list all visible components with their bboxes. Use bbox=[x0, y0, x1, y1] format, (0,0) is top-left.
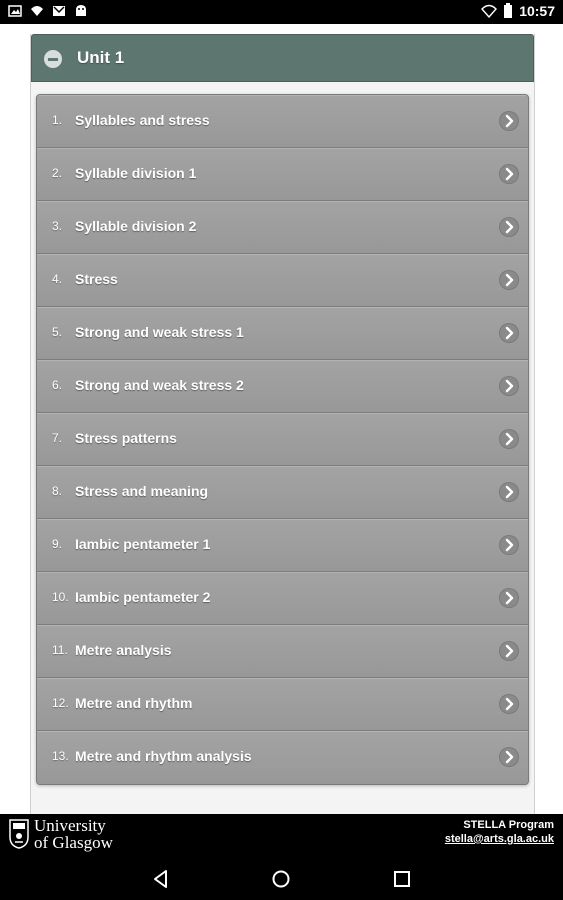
mail-icon bbox=[53, 6, 65, 16]
collapse-icon[interactable] bbox=[44, 50, 62, 68]
lesson-number: 1. bbox=[52, 113, 63, 127]
lesson-item[interactable]: 12. Metre and rhythm bbox=[37, 678, 528, 731]
chevron-right-icon[interactable] bbox=[499, 270, 519, 290]
lesson-number: 3. bbox=[52, 219, 63, 233]
chevron-right-icon[interactable] bbox=[499, 429, 519, 449]
lesson-title: Stress patterns bbox=[75, 430, 177, 446]
lesson-title: Iambic pentameter 2 bbox=[75, 589, 211, 605]
image-icon bbox=[8, 5, 22, 17]
unit-header[interactable]: Unit 1 bbox=[31, 34, 534, 82]
lesson-number: 8. bbox=[52, 484, 63, 498]
lesson-item[interactable]: 1. Syllables and stress bbox=[37, 95, 528, 148]
lesson-number: 2. bbox=[52, 166, 63, 180]
lesson-title: Strong and weak stress 2 bbox=[75, 377, 244, 393]
stella-info: STELLA Program stella@arts.gla.ac.uk bbox=[445, 818, 554, 846]
android-icon bbox=[76, 5, 86, 16]
lesson-title: Syllable division 1 bbox=[75, 165, 197, 181]
lesson-item[interactable]: 6. Strong and weak stress 2 bbox=[37, 360, 528, 413]
chevron-right-icon[interactable] bbox=[499, 323, 519, 343]
university-logo-text: University of Glasgow bbox=[34, 817, 113, 851]
home-icon[interactable] bbox=[270, 868, 292, 890]
lesson-number: 11. bbox=[52, 643, 68, 657]
chevron-right-icon[interactable] bbox=[499, 641, 519, 661]
lesson-title: Iambic pentameter 1 bbox=[75, 536, 211, 552]
lesson-item[interactable]: 3. Syllable division 2 bbox=[37, 201, 528, 254]
back-icon[interactable] bbox=[150, 868, 172, 890]
nav-bar bbox=[0, 856, 563, 900]
content-area[interactable]: Unit 1 1. Syllables and stress 2. Syllable … bbox=[0, 24, 563, 814]
lesson-number: 12. bbox=[52, 696, 69, 710]
lesson-number: 9. bbox=[52, 537, 63, 551]
chevron-right-icon[interactable] bbox=[499, 694, 519, 714]
status-bar: 10:57 bbox=[0, 0, 563, 24]
lesson-title: Metre and rhythm bbox=[75, 695, 193, 711]
lesson-item[interactable]: 9. Iambic pentameter 1 bbox=[37, 519, 528, 572]
university-line2: of Glasgow bbox=[34, 833, 113, 852]
lesson-title: Stress and meaning bbox=[75, 483, 209, 499]
chevron-right-icon[interactable] bbox=[499, 535, 519, 555]
email-link[interactable]: stella@arts.gla.ac.uk bbox=[445, 832, 554, 846]
lesson-title: Metre analysis bbox=[75, 642, 172, 658]
chevron-right-icon[interactable] bbox=[499, 376, 519, 396]
chevron-right-icon[interactable] bbox=[499, 747, 519, 767]
battery-icon bbox=[504, 3, 513, 18]
lesson-number: 7. bbox=[52, 431, 63, 445]
lesson-item[interactable]: 10. Iambic pentameter 2 bbox=[37, 572, 528, 625]
university-line1: University bbox=[34, 816, 106, 835]
chevron-right-icon[interactable] bbox=[499, 164, 519, 184]
lesson-title: Syllables and stress bbox=[75, 112, 210, 128]
lesson-item[interactable]: 8. Stress and meaning bbox=[37, 466, 528, 519]
wifi-question-icon bbox=[31, 6, 43, 16]
lesson-number: 13. bbox=[52, 749, 69, 763]
footer: University of Glasgow STELLA Program ste… bbox=[0, 814, 563, 856]
lesson-item[interactable]: 7. Stress patterns bbox=[37, 413, 528, 466]
lesson-list: 1. Syllables and stress 2. Syllable divisio… bbox=[36, 94, 529, 785]
lesson-title: Metre and rhythm analysis bbox=[75, 748, 252, 764]
lesson-item[interactable]: 2. Syllable division 1 bbox=[37, 148, 528, 201]
chevron-right-icon[interactable] bbox=[499, 111, 519, 131]
lesson-item[interactable]: 5. Strong and weak stress 1 bbox=[37, 307, 528, 360]
chevron-right-icon[interactable] bbox=[499, 588, 519, 608]
lesson-item[interactable]: 4. Stress bbox=[37, 254, 528, 307]
lesson-item[interactable]: 13. Metre and rhythm analysis bbox=[37, 731, 528, 784]
lesson-number: 4. bbox=[52, 272, 63, 286]
lesson-number: 6. bbox=[52, 378, 63, 392]
unit-panel: Unit 1 1. Syllables and stress 2. Syllable … bbox=[30, 34, 535, 814]
university-crest-icon bbox=[9, 819, 29, 849]
lesson-title: Strong and weak stress 1 bbox=[75, 324, 244, 340]
program-name: STELLA Program bbox=[463, 819, 554, 831]
chevron-right-icon[interactable] bbox=[499, 482, 519, 502]
lesson-number: 10. bbox=[52, 590, 69, 604]
lesson-item[interactable]: 11. Metre analysis bbox=[37, 625, 528, 678]
lesson-title: Stress bbox=[75, 271, 118, 287]
wifi-icon bbox=[481, 4, 498, 18]
status-time: 10:57 bbox=[519, 3, 555, 19]
recents-icon[interactable] bbox=[391, 868, 413, 890]
unit-title: Unit 1 bbox=[77, 48, 125, 67]
chevron-right-icon[interactable] bbox=[499, 217, 519, 237]
lesson-title: Syllable division 2 bbox=[75, 218, 197, 234]
lesson-number: 5. bbox=[52, 325, 63, 339]
